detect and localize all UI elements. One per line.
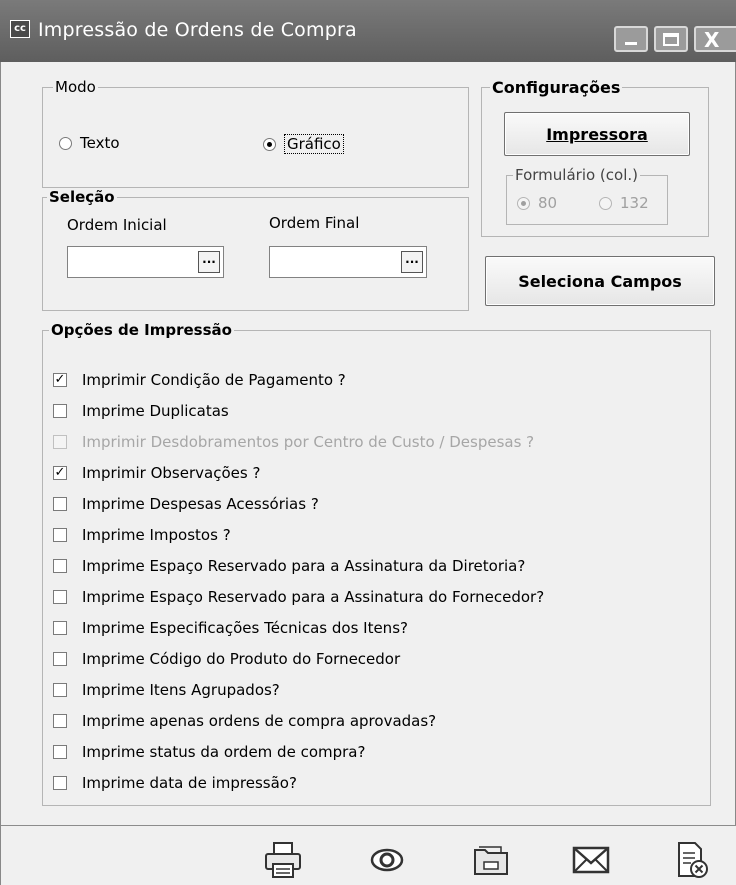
option-impostos[interactable]: Imprime Impostos ? bbox=[53, 519, 544, 550]
radio-col-132-label: 132 bbox=[620, 194, 649, 212]
formulario-legend: Formulário (col.) bbox=[513, 166, 640, 184]
radio-grafico[interactable]: Gráfico bbox=[263, 134, 344, 154]
selecao-legend: Seleção bbox=[47, 188, 117, 206]
configuracoes-legend: Configurações bbox=[490, 78, 623, 97]
option-especificacoes-tecnicas[interactable]: Imprime Especificações Técnicas dos Iten… bbox=[53, 612, 544, 643]
option-status-ordem[interactable]: Imprime status da ordem de compra? bbox=[53, 736, 544, 767]
minimize-icon bbox=[625, 42, 637, 45]
app-icon: cc bbox=[10, 20, 30, 38]
maximize-icon bbox=[663, 33, 679, 46]
seleciona-campos-button[interactable]: Seleciona Campos bbox=[485, 256, 715, 306]
checkbox[interactable] bbox=[53, 589, 67, 604]
checkbox[interactable] bbox=[53, 496, 67, 511]
option-label: Imprime status da ordem de compra? bbox=[82, 742, 366, 761]
checkbox[interactable] bbox=[53, 682, 67, 697]
option-label: Imprime Duplicatas bbox=[82, 401, 229, 420]
option-condicao-pagamento[interactable]: ✓ Imprimir Condição de Pagamento ? bbox=[53, 364, 544, 395]
option-label: Imprime Espaço Reservado para a Assinatu… bbox=[82, 587, 545, 606]
ordem-inicial-lookup-button[interactable]: ... bbox=[198, 251, 220, 273]
window-title: Impressão de Ordens de Compra bbox=[38, 19, 357, 41]
ordem-inicial-field[interactable]: ... bbox=[67, 246, 224, 278]
formulario-group: Formulário (col.) 80 132 bbox=[506, 166, 668, 225]
title-bar: cc Impressão de Ordens de Compra X bbox=[0, 0, 736, 62]
radio-col-132[interactable]: 132 bbox=[599, 194, 649, 212]
impressora-button[interactable]: Impressora bbox=[504, 112, 690, 156]
dialog-body: Modo Texto Gráfico Configurações Impress… bbox=[0, 62, 736, 885]
option-label: Imprime Impostos ? bbox=[82, 525, 231, 544]
radio-col-132-indicator bbox=[599, 196, 612, 210]
checkbox[interactable] bbox=[53, 775, 67, 790]
option-duplicatas[interactable]: Imprime Duplicatas bbox=[53, 395, 544, 426]
checkbox[interactable]: ✓ bbox=[53, 372, 67, 387]
option-label: Imprimir Observações ? bbox=[82, 463, 261, 482]
radio-col-80[interactable]: 80 bbox=[517, 194, 557, 212]
opcoes-legend: Opções de Impressão bbox=[49, 321, 234, 339]
option-assinatura-diretoria[interactable]: Imprime Espaço Reservado para a Assinatu… bbox=[53, 550, 544, 581]
close-document-icon[interactable] bbox=[671, 840, 711, 880]
maximize-button[interactable] bbox=[654, 26, 688, 52]
impressora-button-label: Impressora bbox=[546, 124, 648, 144]
option-assinatura-fornecedor[interactable]: Imprime Espaço Reservado para a Assinatu… bbox=[53, 581, 544, 612]
ordem-final-field[interactable]: ... bbox=[269, 246, 427, 278]
checkbox[interactable] bbox=[53, 744, 67, 759]
seleciona-campos-label: Seleciona Campos bbox=[518, 271, 682, 291]
checkbox[interactable] bbox=[53, 713, 67, 728]
option-data-impressao[interactable]: Imprime data de impressão? bbox=[53, 767, 544, 798]
printer-icon[interactable] bbox=[263, 840, 303, 880]
close-button[interactable]: X bbox=[694, 26, 736, 52]
bottom-toolbar bbox=[1, 825, 736, 885]
radio-col-80-label: 80 bbox=[538, 194, 558, 212]
option-label: Imprime Itens Agrupados? bbox=[82, 680, 280, 699]
radio-grafico-indicator bbox=[263, 137, 276, 151]
option-ordens-aprovadas[interactable]: Imprime apenas ordens de compra aprovada… bbox=[53, 705, 544, 736]
option-label: Imprimir Condição de Pagamento ? bbox=[82, 370, 346, 389]
options-list: ✓ Imprimir Condição de Pagamento ? Imprim… bbox=[53, 364, 544, 798]
preview-eye-icon[interactable] bbox=[367, 840, 407, 880]
checkbox[interactable] bbox=[53, 558, 67, 573]
option-label: Imprime Especificações Técnicas dos Iten… bbox=[82, 618, 408, 637]
option-codigo-produto[interactable]: Imprime Código do Produto do Fornecedor bbox=[53, 643, 544, 674]
ordem-final-label: Ordem Final bbox=[269, 214, 360, 232]
radio-texto-label: Texto bbox=[80, 134, 120, 152]
option-label: Imprime Despesas Acessórias ? bbox=[82, 494, 319, 513]
option-observacoes[interactable]: ✓ Imprimir Observações ? bbox=[53, 457, 544, 488]
ordem-final-lookup-button[interactable]: ... bbox=[401, 251, 423, 273]
radio-texto-indicator bbox=[59, 136, 72, 150]
option-itens-agrupados[interactable]: Imprime Itens Agrupados? bbox=[53, 674, 544, 705]
option-label: Imprimir Desdobramentos por Centro de Cu… bbox=[82, 432, 535, 451]
radio-grafico-label: Gráfico bbox=[284, 134, 344, 154]
configuracoes-group: Configurações Impressora Formulário (col… bbox=[481, 78, 709, 237]
checkbox bbox=[53, 434, 67, 449]
checkbox[interactable] bbox=[53, 651, 67, 666]
radio-col-80-indicator bbox=[517, 196, 530, 210]
modo-group: Modo Texto Gráfico bbox=[42, 78, 469, 188]
close-icon: X bbox=[704, 28, 720, 52]
checkbox[interactable] bbox=[53, 403, 67, 418]
selecao-group: Seleção Ordem Inicial ... Ordem Final ..… bbox=[42, 188, 469, 311]
option-label: Imprime data de impressão? bbox=[82, 773, 297, 792]
checkbox[interactable] bbox=[53, 620, 67, 635]
option-desdobramentos: Imprimir Desdobramentos por Centro de Cu… bbox=[53, 426, 544, 457]
ordem-inicial-label: Ordem Inicial bbox=[67, 216, 167, 234]
checkbox[interactable]: ✓ bbox=[53, 465, 67, 480]
option-label: Imprime Espaço Reservado para a Assinatu… bbox=[82, 556, 526, 575]
minimize-button[interactable] bbox=[614, 26, 648, 52]
option-label: Imprime Código do Produto do Fornecedor bbox=[82, 649, 401, 668]
option-despesas-acessorias[interactable]: Imprime Despesas Acessórias ? bbox=[53, 488, 544, 519]
option-label: Imprime apenas ordens de compra aprovada… bbox=[82, 711, 437, 730]
folder-icon[interactable] bbox=[471, 840, 511, 880]
email-icon[interactable] bbox=[571, 840, 611, 880]
checkbox[interactable] bbox=[53, 527, 67, 542]
radio-texto[interactable]: Texto bbox=[59, 134, 120, 152]
modo-legend: Modo bbox=[53, 78, 98, 96]
